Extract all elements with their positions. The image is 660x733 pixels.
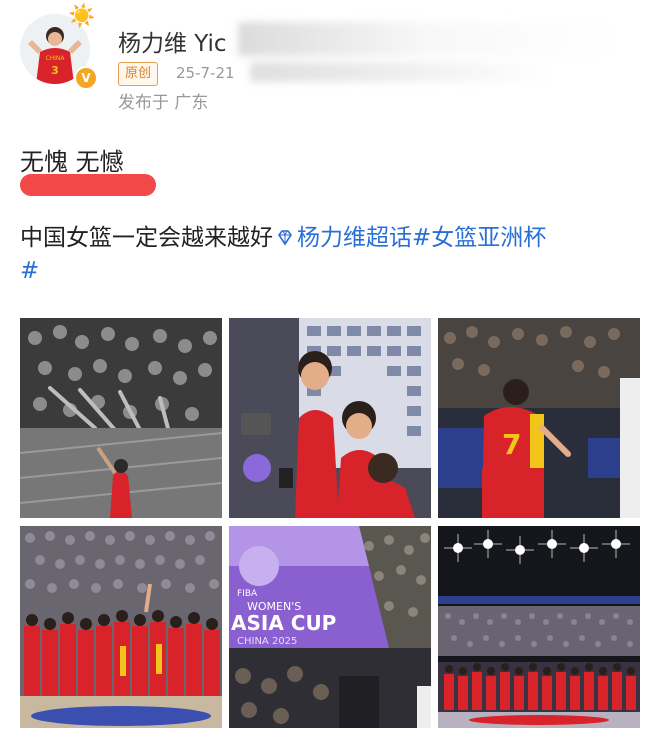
photo-2-image [229, 318, 431, 518]
post-timestamp: 25-7-21 [176, 64, 235, 82]
photo-6-image [438, 526, 640, 728]
hashtag-link[interactable]: #女篮亚洲杯 [412, 225, 546, 251]
post-text-line-2: 中国女篮一定会越来越好 杨力维超话#女篮亚洲杯 [20, 218, 546, 252]
original-badge: 原创 [118, 62, 159, 86]
photo-5-asia-cup-banner[interactable]: FIBA WOMEN'S ASIA CUP CHINA 2025 [229, 526, 431, 728]
photo-3-player-7[interactable]: 7 [438, 318, 640, 518]
photo-5-image: FIBA WOMEN'S ASIA CUP CHINA 2025 [229, 526, 431, 728]
photo-1-image [20, 318, 222, 518]
blurred-name-suffix [238, 22, 618, 56]
post-text-main: 中国女篮一定会越来越好 [20, 225, 273, 251]
photo-grid: 7 FIBA WOMEN'S ASIA CUP CHINA 2025 [20, 318, 640, 728]
hashtag-continuation[interactable]: # [20, 258, 39, 284]
photo-3-image: 7 [438, 318, 640, 518]
photo-6-arena-lights[interactable] [438, 526, 640, 728]
verified-badge-icon: V [74, 66, 98, 90]
jersey-number-text: 7 [502, 428, 521, 461]
photo-1-bw-fans[interactable] [20, 318, 222, 518]
post-location: 发布于 广东 [118, 93, 209, 113]
diamond-icon [278, 230, 292, 246]
blurred-timestamp-suffix [250, 62, 550, 82]
banner-text-asia-cup: ASIA CUP [231, 611, 336, 635]
avatar-jersey-text: CHINA [45, 55, 65, 62]
post-text-line-1: 无愧 无憾 [20, 148, 124, 176]
banner-text-fiba: FIBA [237, 589, 258, 599]
photo-4-image [20, 526, 222, 728]
avatar-jersey-number: 3 [51, 64, 59, 77]
author-name[interactable]: 杨力维 Yic [118, 24, 227, 58]
photo-4-team-huddle[interactable] [20, 526, 222, 728]
banner-text-china-2025: CHINA 2025 [237, 636, 297, 647]
post-header: CHINA 3 ☀️ V 杨力维 Yic 原创 25-7-21 发布于 广东 [0, 0, 660, 130]
redaction-bar [20, 174, 156, 196]
super-topic-link[interactable]: 杨力维超话 [297, 225, 412, 251]
sun-icon: ☀️ [68, 4, 96, 29]
photo-2-interview[interactable] [229, 318, 431, 518]
